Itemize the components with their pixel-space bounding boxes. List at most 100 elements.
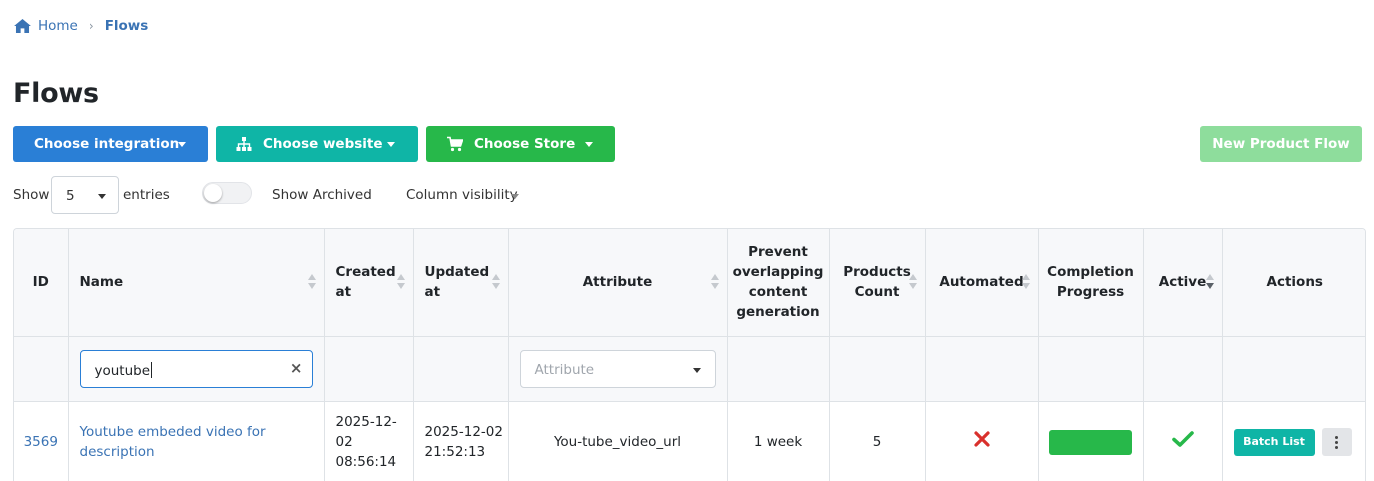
filter-cell-completion	[1038, 336, 1144, 402]
page-title: Flows	[13, 78, 99, 109]
choose-integration-label: Choose integration	[34, 136, 180, 152]
header-label: Prevent	[748, 244, 808, 261]
column-visibility-button[interactable]: Column visibility	[406, 187, 518, 203]
header-label: overlapping	[732, 264, 824, 281]
name-filter-value: youtube	[94, 361, 153, 379]
cell-prevent-overlapping: 1 week	[727, 401, 830, 481]
flows-table: ID Name Created at Updated at Attribute	[13, 228, 1366, 481]
sort-icon	[1205, 274, 1214, 292]
header-label: content	[748, 284, 808, 301]
header-label: Progress	[1056, 284, 1125, 301]
header-label: Updated	[424, 264, 490, 281]
updated-date: 2025-12-02	[424, 424, 503, 440]
column-header-actions: Actions	[1222, 229, 1365, 337]
created-time: 08:56:14	[335, 454, 397, 470]
filter-cell-automated	[925, 336, 1039, 402]
column-header-automated[interactable]: Automated	[925, 229, 1039, 337]
column-header-attribute[interactable]: Attribute	[508, 229, 728, 337]
header-label: Actions	[1266, 274, 1323, 291]
choose-store-label: Choose Store	[474, 136, 576, 152]
header-label: Active	[1158, 274, 1207, 291]
header-label: Name	[79, 274, 124, 291]
kebab-icon[interactable]	[1321, 428, 1352, 456]
column-header-active[interactable]: Active	[1143, 229, 1223, 337]
filter-cell-active	[1143, 336, 1223, 402]
header-label: at	[335, 284, 352, 301]
sort-icon	[491, 274, 500, 292]
caret-down-icon	[692, 367, 701, 373]
show-label: Show	[13, 187, 50, 203]
breadcrumb-home-link[interactable]: Home	[38, 18, 78, 34]
table-row: 3569 Youtube embeded video for descripti…	[14, 401, 1365, 481]
attribute-filter-placeholder: Attribute	[534, 361, 595, 378]
sort-icon	[307, 274, 316, 292]
sort-icon	[710, 274, 719, 292]
check-icon	[1171, 431, 1194, 447]
attribute-filter-select[interactable]: Attribute	[519, 349, 716, 388]
header-label: Automated	[939, 274, 1024, 291]
choose-store-button[interactable]: Choose Store	[426, 126, 615, 162]
header-label: generation	[736, 304, 820, 321]
breadcrumb-current: Flows	[104, 18, 149, 34]
flow-id-link[interactable]: 3569	[24, 434, 58, 450]
column-header-id[interactable]: ID	[14, 229, 69, 337]
column-header-created-at[interactable]: Created at	[324, 229, 414, 337]
cell-completion-progress	[1038, 401, 1144, 481]
created-date: 2025-12-	[335, 414, 397, 430]
new-product-flow-button[interactable]: New Product Flow	[1200, 126, 1362, 162]
show-archived-toggle[interactable]	[202, 182, 252, 204]
column-header-completion-progress[interactable]: Completion Progress	[1038, 229, 1144, 337]
filter-cell-actions	[1222, 336, 1365, 402]
flow-name-link[interactable]: Youtube embeded video for description	[80, 424, 266, 460]
batch-list-button[interactable]: Batch List	[1233, 428, 1315, 456]
filter-row: youtube × Attribute	[14, 336, 1365, 402]
entries-per-page-value: 5	[66, 188, 75, 204]
column-header-updated-at[interactable]: Updated at	[413, 229, 509, 337]
filter-cell-id	[14, 336, 69, 402]
filter-cell-attribute: Attribute	[508, 336, 728, 402]
column-header-products-count[interactable]: Products Count	[829, 229, 926, 337]
name-filter-text: youtube	[94, 362, 151, 379]
sort-icon	[1021, 274, 1030, 292]
clear-icon[interactable]: ×	[290, 359, 303, 377]
caret-down-icon	[178, 142, 186, 147]
home-icon	[14, 19, 31, 33]
completion-progress-bar	[1049, 429, 1132, 455]
column-header-prevent-overlapping[interactable]: Prevent overlapping content generation	[727, 229, 830, 337]
cell-automated	[925, 401, 1039, 481]
sort-icon	[396, 274, 405, 292]
cell-name: Youtube embeded video for description	[68, 401, 325, 481]
cell-id: 3569	[14, 401, 69, 481]
cell-created-at: 2025-12- 02 08:56:14	[324, 401, 414, 481]
chevron-right-icon: ›	[88, 19, 94, 33]
choose-website-button[interactable]: Choose website	[216, 126, 418, 162]
created-date-part: 02	[335, 434, 353, 450]
header-label: Created	[335, 264, 396, 281]
table-controls: Show 5 entries Show Archived Column visi…	[13, 176, 613, 214]
choose-website-label: Choose website	[263, 136, 383, 152]
column-header-name[interactable]: Name	[68, 229, 325, 337]
name-filter-input[interactable]: youtube ×	[79, 349, 313, 388]
cell-products-count: 5	[829, 401, 926, 481]
updated-time: 21:52:13	[424, 444, 486, 460]
new-product-flow-label: New Product Flow	[1212, 136, 1350, 152]
choose-integration-button[interactable]: Choose integration	[13, 126, 208, 162]
text-cursor	[151, 361, 153, 378]
header-label: Attribute	[582, 274, 653, 291]
show-archived-label: Show Archived	[272, 187, 372, 203]
sort-icon	[908, 274, 917, 292]
cell-active	[1143, 401, 1223, 481]
caret-down-icon	[98, 194, 106, 199]
entries-per-page-select[interactable]: 5	[51, 176, 119, 214]
attribute-value: You-tube_video_url	[553, 434, 682, 450]
x-icon	[973, 431, 990, 447]
header-label: Completion	[1047, 264, 1134, 281]
header-label: at	[424, 284, 441, 301]
cell-actions: Batch List	[1222, 401, 1365, 481]
filter-cell-updated	[413, 336, 509, 402]
caret-down-icon	[511, 194, 519, 199]
sitemap-icon	[236, 137, 252, 151]
products-count-value: 5	[872, 434, 882, 450]
filter-cell-products	[829, 336, 926, 402]
header-label: Count	[854, 284, 900, 301]
